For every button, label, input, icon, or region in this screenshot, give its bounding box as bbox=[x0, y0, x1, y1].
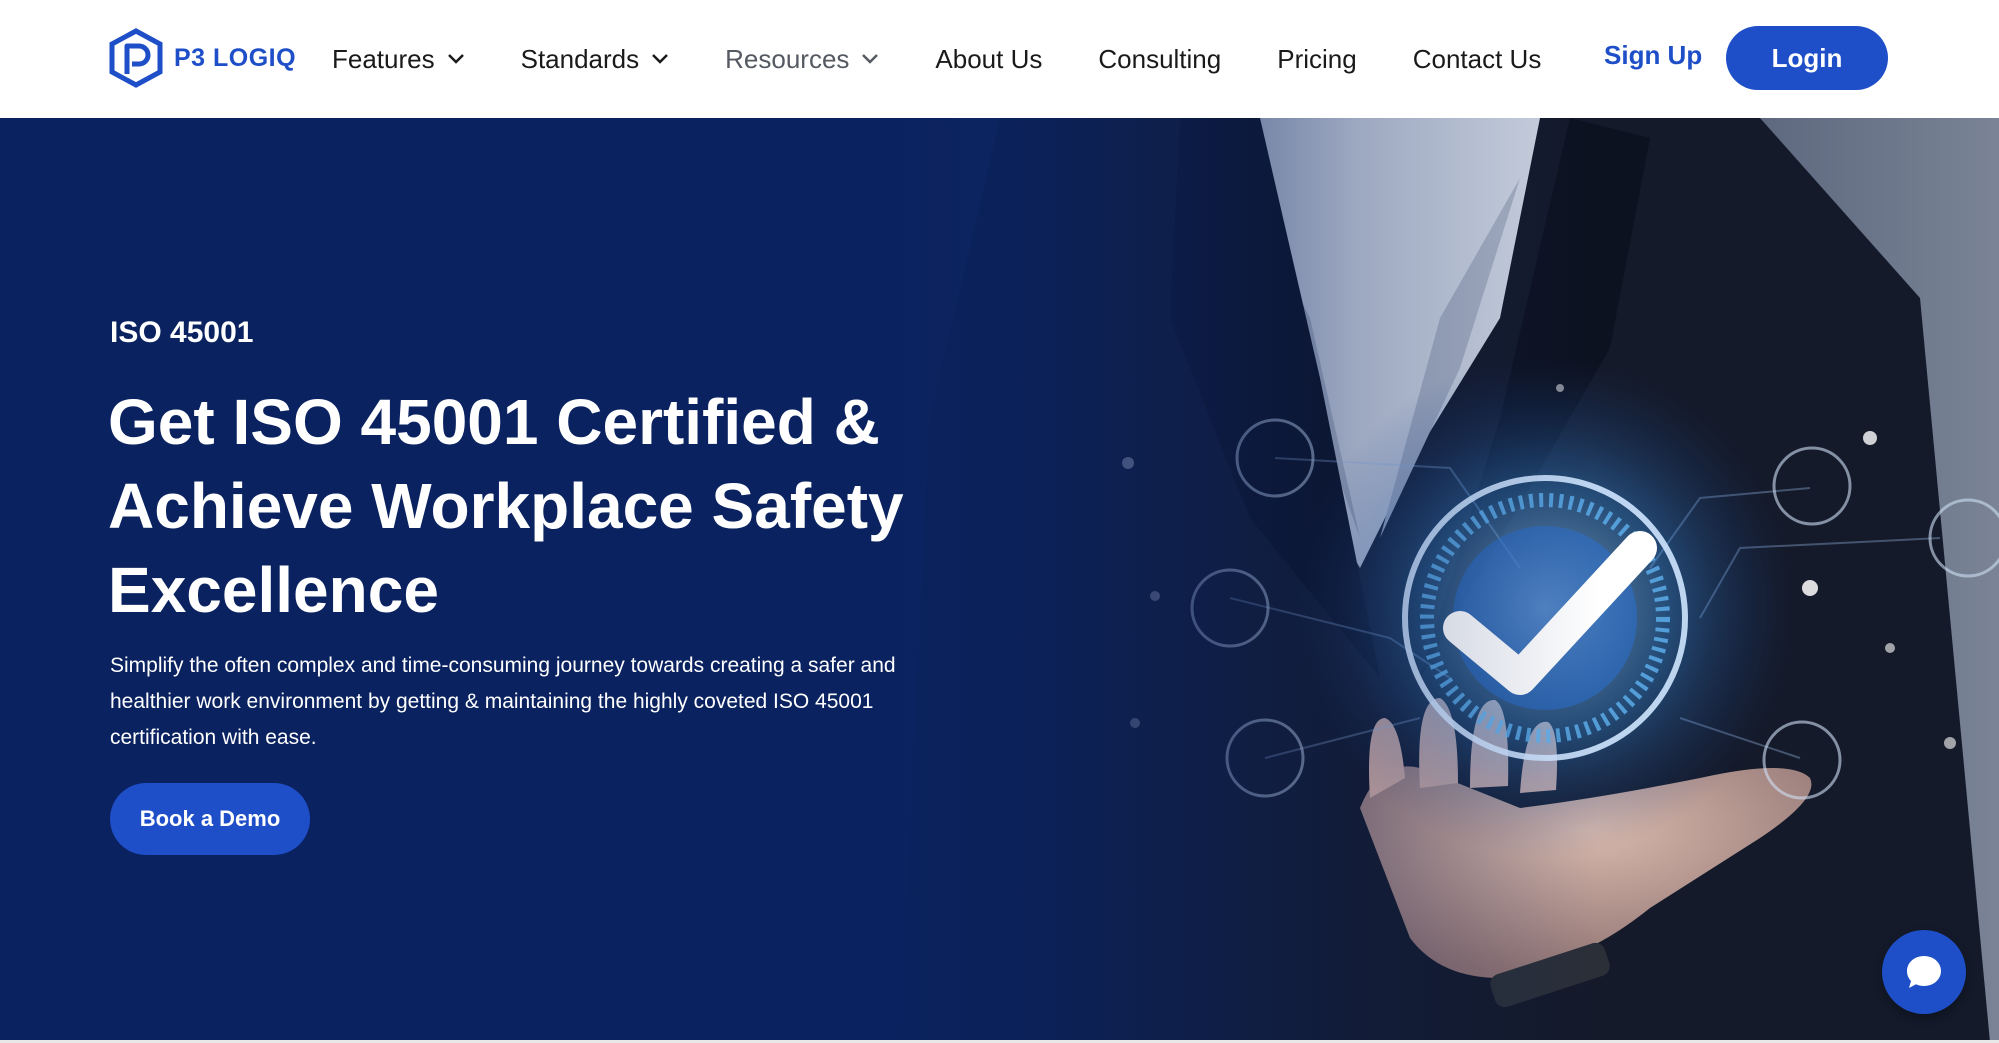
nav-features[interactable]: Features bbox=[332, 44, 465, 75]
nav-consulting-label: Consulting bbox=[1098, 43, 1222, 74]
nav-about-us[interactable]: About Us bbox=[935, 44, 1042, 75]
main-nav: Features Standards Resources About Us Co… bbox=[332, 0, 1597, 118]
nav-standards-label: Standards bbox=[520, 43, 640, 74]
nav-pricing-label: Pricing bbox=[1277, 43, 1357, 74]
chat-launcher-button[interactable] bbox=[1882, 930, 1966, 1014]
brand-name: P3 LOGIQ bbox=[174, 43, 297, 72]
book-demo-button[interactable]: Book a Demo bbox=[110, 783, 310, 855]
nav-features-label: Features bbox=[332, 43, 435, 74]
nav-resources-label: Resources bbox=[725, 43, 850, 74]
brand-logo[interactable]: P3 LOGIQ bbox=[108, 28, 296, 88]
chevron-down-icon bbox=[652, 54, 669, 64]
nav-contact-us-label: Contact Us bbox=[1412, 43, 1542, 74]
top-navigation-bar: P3 LOGIQ Features Standards Resources Ab… bbox=[0, 0, 1999, 118]
nav-resources[interactable]: Resources bbox=[725, 44, 879, 75]
hero-section: ISO 45001 Get ISO 45001 Certified & Achi… bbox=[0, 118, 1999, 1042]
login-button[interactable]: Login bbox=[1726, 26, 1888, 90]
nav-consulting[interactable]: Consulting bbox=[1098, 44, 1221, 75]
p3-logo-icon bbox=[109, 28, 163, 88]
nav-contact-us[interactable]: Contact Us bbox=[1413, 44, 1542, 75]
chevron-down-icon bbox=[447, 54, 464, 64]
hero-subtext: Simplify the often complex and time-cons… bbox=[110, 654, 896, 749]
hero-headline: Get ISO 45001 Certified & Achieve Workpl… bbox=[108, 386, 904, 626]
chevron-down-icon bbox=[862, 54, 879, 64]
nav-about-us-label: About Us bbox=[935, 43, 1043, 74]
nav-pricing[interactable]: Pricing bbox=[1277, 44, 1356, 75]
chat-bubble-icon bbox=[1907, 956, 1941, 988]
nav-standards[interactable]: Standards bbox=[521, 44, 670, 75]
sign-up-link[interactable]: Sign Up bbox=[1604, 40, 1702, 71]
hero-eyebrow: ISO 45001 bbox=[110, 316, 254, 349]
